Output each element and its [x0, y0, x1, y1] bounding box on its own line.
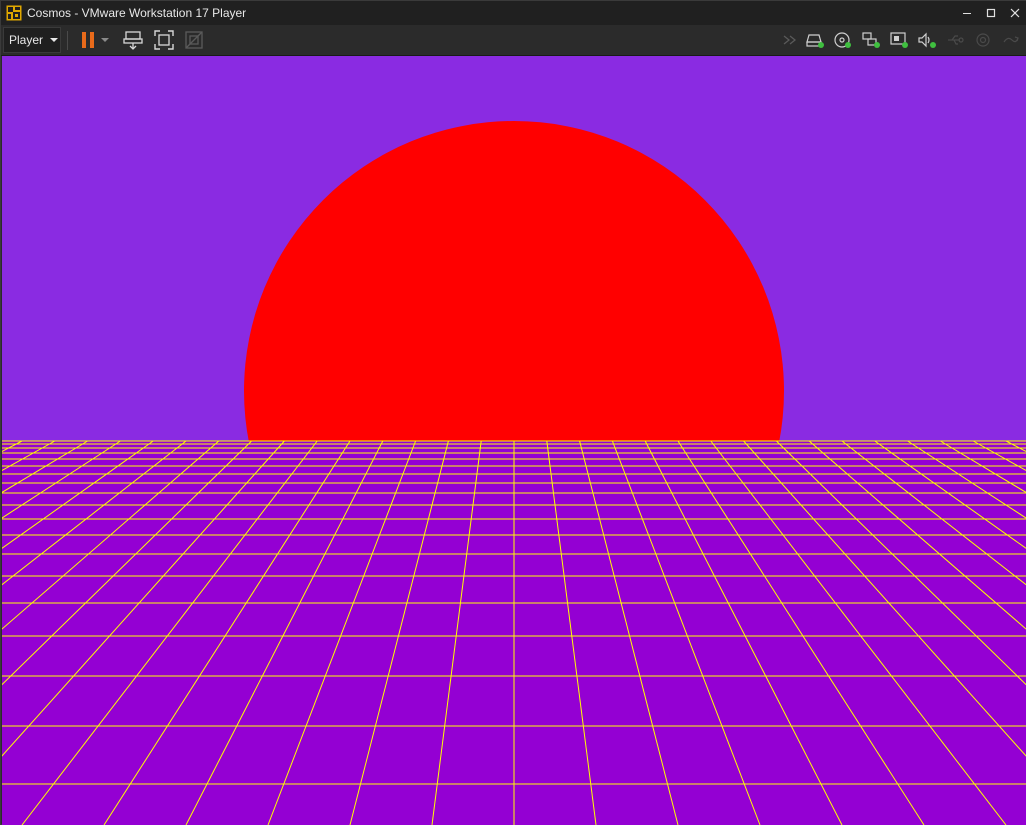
- hard-disk-icon[interactable]: [804, 29, 826, 51]
- toolbar-divider: [67, 31, 68, 50]
- full-screen-icon[interactable]: [153, 29, 175, 51]
- more-devices-icon: [1000, 29, 1022, 51]
- player-menu-label: Player: [9, 33, 44, 47]
- minimize-icon[interactable]: [955, 1, 979, 25]
- vm-display[interactable]: [2, 56, 1026, 825]
- vmware-player-window: Cosmos - VMware Workstation 17 Player Pl…: [0, 0, 1026, 825]
- window-title: Cosmos - VMware Workstation 17 Player: [27, 6, 247, 20]
- vmware-player-icon: [5, 4, 23, 22]
- forward-icon[interactable]: [779, 29, 801, 51]
- maximize-icon[interactable]: [979, 1, 1003, 25]
- send-ctrl-alt-del-icon[interactable]: [122, 29, 144, 51]
- unity-icon: [183, 29, 205, 51]
- toolbar: Player: [1, 25, 1026, 56]
- pause-icon[interactable]: [77, 29, 99, 51]
- network-adapter-icon[interactable]: [860, 29, 882, 51]
- vm-scene: [2, 56, 1026, 825]
- player-menu-button[interactable]: Player: [3, 27, 61, 53]
- usb-icon: [944, 29, 966, 51]
- camera-icon: [972, 29, 994, 51]
- dropdown-arrow-icon[interactable]: [98, 29, 112, 51]
- title-bar[interactable]: Cosmos - VMware Workstation 17 Player: [1, 1, 1026, 25]
- cd-dvd-icon[interactable]: [832, 29, 854, 51]
- window-controls: [955, 1, 1026, 25]
- close-icon[interactable]: [1003, 1, 1026, 25]
- chevron-down-icon: [50, 38, 59, 42]
- display-icon[interactable]: [888, 29, 910, 51]
- sound-card-icon[interactable]: [916, 29, 938, 51]
